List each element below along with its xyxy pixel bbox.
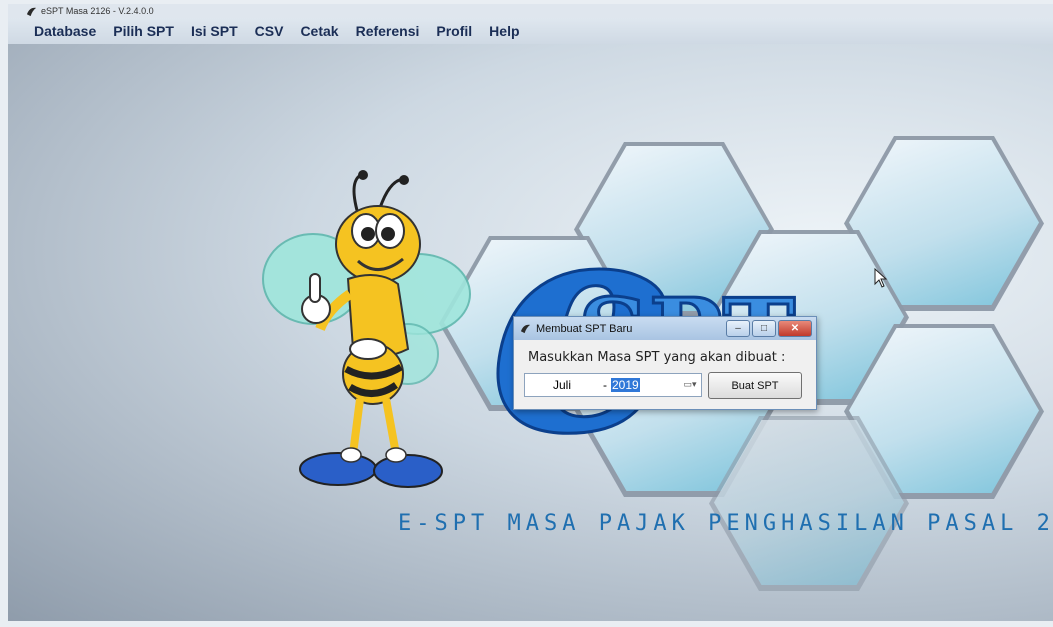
masa-date-picker[interactable]: Juli - 2019 ▭▾ [524, 373, 702, 397]
menu-cetak[interactable]: Cetak [300, 23, 338, 39]
menu-referensi[interactable]: Referensi [356, 23, 420, 39]
menu-database[interactable]: Database [34, 23, 96, 39]
menu-csv[interactable]: CSV [255, 23, 284, 39]
menu-isi-spt[interactable]: Isi SPT [191, 23, 238, 39]
year-value[interactable]: 2019 [611, 378, 640, 392]
month-value[interactable]: Juli [553, 378, 603, 392]
menu-help[interactable]: Help [489, 23, 519, 39]
menu-profil[interactable]: Profil [436, 23, 472, 39]
bee-mascot [262, 170, 471, 488]
dialog-titlebar[interactable]: Membuat SPT Baru – □ ✕ [514, 317, 816, 340]
calendar-dropdown-icon[interactable]: ▭▾ [681, 377, 699, 391]
dialog-prompt: Masukkan Masa SPT yang akan dibuat : [528, 350, 786, 365]
maximize-button[interactable]: □ [752, 320, 776, 337]
window-title: eSPT Masa 2126 - V.2.4.0.0 [41, 6, 154, 16]
desktop-screen: eSPT Masa 2126 - V.2.4.0.0 Database Pili… [8, 4, 1053, 621]
menu-pilih-spt[interactable]: Pilih SPT [113, 23, 174, 39]
close-button[interactable]: ✕ [778, 320, 812, 337]
splash-footer-title: E-SPT MASA PAJAK PENGHASILAN PASAL 21- [398, 511, 1053, 536]
window-titlebar: eSPT Masa 2126 - V.2.4.0.0 [8, 4, 1053, 18]
dialog-title: Membuat SPT Baru [536, 322, 633, 335]
minimize-button[interactable]: – [726, 320, 750, 337]
app-icon [26, 7, 37, 16]
dialog-app-icon [520, 324, 531, 334]
menubar: Database Pilih SPT Isi SPT CSV Cetak Ref… [8, 18, 1053, 44]
buat-spt-button[interactable]: Buat SPT [708, 372, 802, 399]
mouse-cursor-icon [874, 268, 888, 288]
date-separator: - [603, 378, 607, 392]
new-spt-dialog: Membuat SPT Baru – □ ✕ Masukkan Masa SPT… [513, 316, 817, 410]
